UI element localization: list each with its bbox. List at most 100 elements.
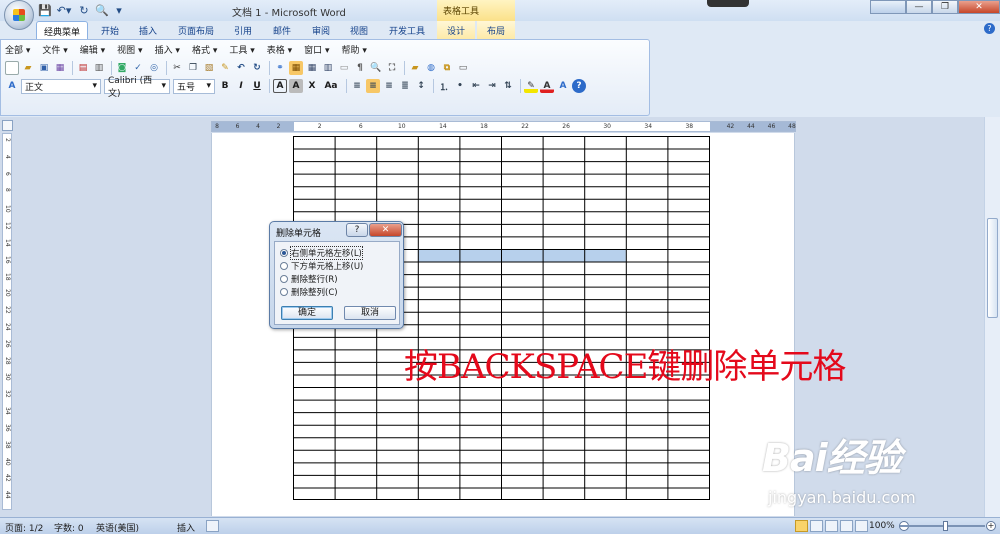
menu-file[interactable]: 文件 ▾ (42, 43, 67, 57)
print-icon[interactable]: ▥ (92, 61, 106, 75)
close-button[interactable]: ✕ (958, 0, 1000, 14)
menu-window[interactable]: 窗口 ▾ (304, 43, 329, 57)
menu-table[interactable]: 表格 ▾ (267, 43, 292, 57)
draft-view-icon[interactable] (855, 520, 868, 532)
selected-cells[interactable] (417, 248, 626, 262)
cut-icon[interactable]: ✂ (170, 61, 184, 75)
tab-home[interactable]: 开始 (94, 21, 126, 39)
office-button[interactable] (4, 0, 34, 30)
radio[interactable] (280, 262, 288, 270)
vertical-scrollbar[interactable] (984, 117, 1000, 517)
hyperlink-icon[interactable]: ⚭ (273, 61, 287, 75)
undo-icon[interactable]: ↶▾ (55, 3, 73, 18)
browse-icon[interactable]: ◍ (424, 61, 438, 75)
cancel-button[interactable]: 取消 (344, 306, 396, 320)
redo-icon[interactable]: ↻ (250, 61, 264, 75)
help-icon[interactable]: ? (984, 23, 995, 34)
page-count[interactable]: 页面: 1/2 (5, 521, 43, 534)
vertical-ruler[interactable]: 2 4 6 8 10 12 14 16 18 20 22 24 26 28 30 32 34 36 38 40 42 44 (2, 133, 12, 510)
ok-button[interactable]: 确定 (281, 306, 333, 320)
tab-view[interactable]: 视图 (344, 21, 374, 39)
decrease-indent-icon[interactable]: ⇤ (469, 79, 483, 93)
increase-indent-icon[interactable]: ⇥ (485, 79, 499, 93)
menu-edit[interactable]: 编辑 ▾ (80, 43, 105, 57)
zoom-level[interactable]: 100% (869, 521, 895, 531)
format-painter-icon[interactable]: ✎ (218, 61, 232, 75)
ruler-toggle-button[interactable] (2, 120, 13, 131)
font-combo[interactable]: Calibri (西文) ▾ (104, 76, 170, 99)
permission-icon[interactable]: ▦ (53, 61, 67, 75)
sort-icon[interactable]: ⇅ (501, 79, 515, 93)
menu-view[interactable]: 视图 ▾ (117, 43, 142, 57)
web-layout-view-icon[interactable] (825, 520, 838, 532)
pdf-icon[interactable]: ▤ (76, 61, 90, 75)
numbering-icon[interactable]: ⒈ (437, 79, 451, 93)
insert-table-icon[interactable]: ▦ (305, 61, 319, 75)
menu-format[interactable]: 格式 ▾ (192, 43, 217, 57)
tab-table-layout[interactable]: 布局 (477, 21, 515, 39)
minimize-button[interactable]: — (906, 0, 932, 14)
tab-mailings[interactable]: 邮件 (266, 21, 298, 39)
bold-icon[interactable]: B (218, 79, 232, 93)
menu-help[interactable]: 帮助 ▾ (342, 43, 367, 57)
macro-record-icon[interactable] (206, 520, 219, 532)
document-map-icon[interactable]: ¶ (353, 61, 367, 75)
folder-icon[interactable]: ▰ (408, 61, 422, 75)
save-icon[interactable]: 💾 (38, 3, 52, 18)
tab-review[interactable]: 审阅 (306, 21, 336, 39)
new-document-icon[interactable] (5, 61, 19, 75)
copy-icon[interactable]: ❐ (186, 61, 200, 75)
option-delete-row[interactable]: 删除整行(R) (280, 273, 338, 285)
zoom-in-icon[interactable]: + (986, 521, 996, 531)
tab-insert[interactable]: 插入 (132, 21, 164, 39)
menu-all[interactable]: 全部 ▾ (5, 43, 30, 57)
justify-icon[interactable]: ≣ (398, 79, 412, 93)
open-folder-icon[interactable]: ▰ (21, 61, 35, 75)
font-size-combo[interactable]: 五号 ▾ (173, 78, 215, 94)
option-shift-left[interactable]: 右侧单元格左移(L) (280, 246, 363, 260)
font-color-icon[interactable]: A (540, 79, 554, 93)
align-left-icon[interactable]: ≡ (350, 79, 364, 93)
italic-icon[interactable]: I (234, 79, 248, 93)
highlight-icon[interactable]: ✎ (524, 79, 538, 93)
option-delete-column[interactable]: 删除整列(C) (280, 286, 338, 298)
word-count[interactable]: 字数: 0 (54, 521, 84, 534)
zoom-icon[interactable]: 🔍 (369, 61, 383, 75)
columns-icon[interactable]: ▥ (321, 61, 335, 75)
menu-insert[interactable]: 插入 ▾ (155, 43, 180, 57)
tab-table-design[interactable]: 设计 (437, 21, 475, 39)
print-layout-view-icon[interactable] (795, 520, 808, 532)
radio-selected[interactable] (280, 249, 288, 257)
text-effects-icon[interactable]: A (556, 79, 570, 93)
save-icon[interactable]: ▣ (37, 61, 51, 75)
outline-view-icon[interactable] (840, 520, 853, 532)
option-shift-up[interactable]: 下方单元格上移(U) (280, 260, 363, 272)
style-combo[interactable]: 正文 ▾ (21, 78, 101, 94)
bullets-icon[interactable]: • (453, 79, 467, 93)
radio[interactable] (280, 275, 288, 283)
zoom-slider-knob[interactable] (943, 521, 948, 531)
styles-icon[interactable]: ⧉ (440, 61, 454, 75)
help-icon[interactable]: ? (572, 79, 586, 93)
char-border-icon[interactable]: A (273, 79, 287, 93)
redo-icon[interactable]: ↻ (77, 3, 91, 18)
language-status[interactable]: 英语(美国) (96, 521, 139, 534)
dialog-close-button[interactable]: ✕ (369, 223, 402, 237)
scrollbar-thumb[interactable] (987, 218, 998, 318)
horizontal-ruler[interactable]: 8 6 4 2 2 6 10 14 18 22 26 30 34 38 42 44 46 48 (211, 121, 796, 132)
dialog-help-button[interactable]: ? (346, 223, 368, 237)
tab-page-layout[interactable]: 页面布局 (172, 21, 220, 39)
paste-icon[interactable]: ▧ (202, 61, 216, 75)
tables-borders-icon[interactable]: ▦ (289, 61, 303, 75)
tab-developer[interactable]: 开发工具 (384, 21, 430, 39)
char-scale-icon[interactable]: X (305, 79, 319, 93)
styles-pane-icon[interactable]: A (5, 79, 19, 93)
print-preview-icon[interactable]: 🔍 (94, 3, 110, 18)
more-options-icon[interactable]: ▭ (456, 61, 470, 75)
char-shading-icon[interactable]: A (289, 79, 303, 93)
align-right-icon[interactable]: ≡ (382, 79, 396, 93)
underline-icon[interactable]: U (250, 79, 264, 93)
restore-button[interactable]: ❐ (932, 0, 958, 14)
line-spacing-icon[interactable]: ↕ (414, 79, 428, 93)
drawing-icon[interactable]: ▭ (337, 61, 351, 75)
